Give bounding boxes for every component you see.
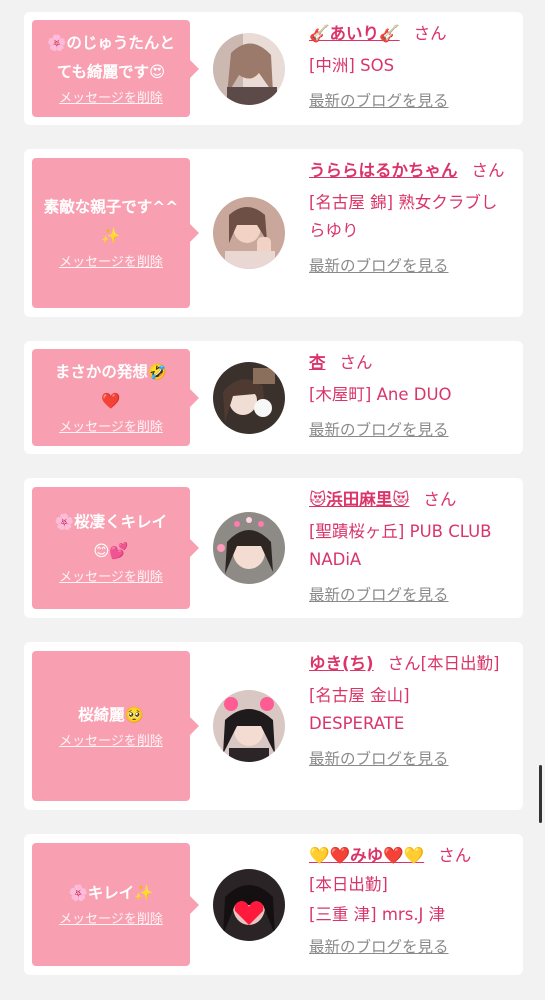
delete-message-link[interactable]: メッセージを削除 <box>59 910 163 930</box>
honorific: さん <box>438 846 472 865</box>
latest-blog-link[interactable]: 最新のブログを見る <box>309 583 449 607</box>
honorific: さん <box>423 490 457 509</box>
latest-blog-link[interactable]: 最新のブログを見る <box>309 418 449 442</box>
message-card: 素敵な親子です^^✨ メッセージを削除 うららはるかちゃん さん [名古屋 錦] … <box>24 149 523 317</box>
avatar[interactable] <box>213 869 285 941</box>
avatar[interactable] <box>213 690 285 762</box>
message-card: 桜綺麗🥺 メッセージを削除 ゆき(ち) さん[本日出勤] [名古屋 金山] DES… <box>24 642 523 810</box>
delete-message-link[interactable]: メッセージを削除 <box>59 253 163 273</box>
attendance-status: [本日出勤] <box>309 875 388 894</box>
shop-label: [三重 津] mrs.J 津 <box>309 905 446 924</box>
message-card: 🌸桜凄くキレイ😊💕 メッセージを削除 😻浜田麻里😻 さん [聖蹟桜ヶ丘] PUB … <box>24 478 523 618</box>
honorific: さん <box>413 24 447 43</box>
message-text: 素敵な親子です^^✨ <box>43 198 179 245</box>
message-text: 🌸キレイ✨ <box>68 884 154 902</box>
scrollbar[interactable] <box>539 765 542 823</box>
shop-label: [名古屋 金山] DESPERATE <box>309 686 410 733</box>
delete-message-link[interactable]: メッセージを削除 <box>59 568 163 588</box>
girl-name-link[interactable]: 💛❤️みゆ❤️💛 <box>309 846 424 865</box>
latest-blog-link[interactable]: 最新のブログを見る <box>309 935 449 959</box>
avatar[interactable] <box>213 33 285 105</box>
girl-name-link[interactable]: 😻浜田麻里😻 <box>309 490 409 509</box>
delete-message-link[interactable]: メッセージを削除 <box>59 732 163 752</box>
message-list: 🌸のじゅうたんとても綺麗です😍 メッセージを削除 🎸あいり🎸 さん [中洲] SO… <box>0 0 545 1000</box>
latest-blog-link[interactable]: 最新のブログを見る <box>309 254 449 278</box>
message-bubble: 🌸のじゅうたんとても綺麗です😍 メッセージを削除 <box>32 20 199 117</box>
attendance-status: [本日出勤] <box>420 654 500 673</box>
girl-name-link[interactable]: ゆき(ち) <box>309 654 374 673</box>
message-bubble: 桜綺麗🥺 メッセージを削除 <box>32 651 199 801</box>
delete-message-link[interactable]: メッセージを削除 <box>59 418 163 438</box>
avatar[interactable] <box>213 362 285 434</box>
latest-blog-link[interactable]: 最新のブログを見る <box>309 747 449 771</box>
honorific: さん <box>339 353 373 372</box>
message-card: まさかの発想🤣❤️ メッセージを削除 杏さん [木屋町] Ane DUO 最新の… <box>24 341 523 454</box>
avatar[interactable] <box>213 197 285 269</box>
shop-label: [名古屋 錦] 熟女クラブしらゆり <box>309 193 498 240</box>
message-text: 桜綺麗🥺 <box>78 705 144 724</box>
shop-label: [聖蹟桜ヶ丘] PUB CLUB NADiA <box>309 522 492 569</box>
girl-name-link[interactable]: 🎸あいり🎸 <box>309 24 400 43</box>
message-text: 🌸桜凄くキレイ😊💕 <box>54 513 168 560</box>
avatar[interactable] <box>213 512 285 584</box>
delete-message-link[interactable]: メッセージを削除 <box>59 89 163 109</box>
girl-name-link[interactable]: うららはるかちゃん <box>309 161 458 180</box>
shop-label: [中洲] SOS <box>309 56 395 75</box>
message-bubble: 素敵な親子です^^✨ メッセージを削除 <box>32 158 199 308</box>
message-text: 🌸のじゅうたんとても綺麗です😍 <box>47 33 175 81</box>
message-card: 🌸のじゅうたんとても綺麗です😍 メッセージを削除 🎸あいり🎸 さん [中洲] SO… <box>24 12 523 125</box>
message-bubble: 🌸キレイ✨ メッセージを削除 <box>32 843 199 966</box>
honorific: さん <box>387 654 421 673</box>
message-bubble: 🌸桜凄くキレイ😊💕 メッセージを削除 <box>32 487 199 609</box>
latest-blog-link[interactable]: 最新のブログを見る <box>309 89 449 113</box>
honorific: さん <box>471 161 505 180</box>
shop-label: [木屋町] Ane DUO <box>309 385 452 404</box>
message-bubble: まさかの発想🤣❤️ メッセージを削除 <box>32 349 199 446</box>
girl-name-link[interactable]: 杏 <box>309 353 326 372</box>
message-card: 🌸キレイ✨ メッセージを削除 💛❤️みゆ❤️💛 さん [本日出勤] [三重 津] … <box>24 834 523 975</box>
message-text: まさかの発想🤣❤️ <box>54 362 168 410</box>
